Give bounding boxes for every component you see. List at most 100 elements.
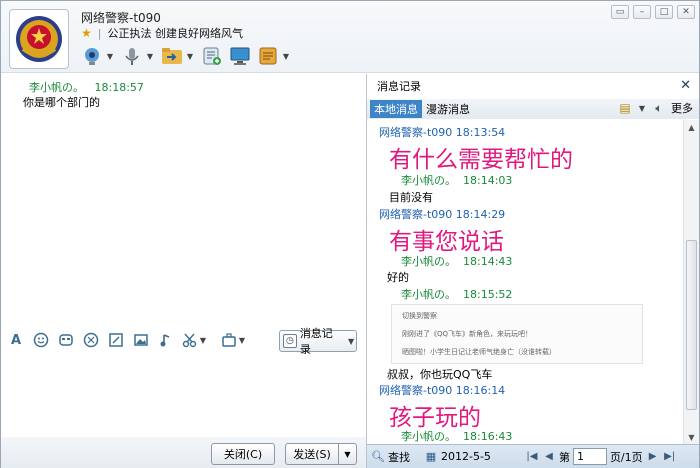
next-page-icon[interactable]: ▶ <box>646 451 660 462</box>
close-icon[interactable]: ✕ <box>680 78 691 93</box>
history-more-group: ▤ ▼ 🔈︎ 更多 <box>617 100 693 116</box>
maximize-icon[interactable]: □ <box>655 5 673 19</box>
history-entry-text: 孩子玩的 <box>389 405 481 431</box>
embedded-line: 刚刚进了《QQ飞车》新角色，来玩玩吧！ <box>402 330 533 338</box>
embedded-screenshot[interactable]: 切换到警察 刚刚进了《QQ飞车》新角色，来玩玩吧！ 晒图啦！小学生日记让老师气绝… <box>391 304 643 364</box>
more-link[interactable]: 更多 <box>671 100 693 116</box>
edit-icon[interactable] <box>107 331 125 349</box>
app-button[interactable]: ▼ <box>257 43 291 69</box>
first-page-icon[interactable]: |◀ <box>525 451 539 462</box>
message-time: 18:18:57 <box>94 81 144 94</box>
entry-sender: 李小帆の。 <box>401 255 456 268</box>
history-entry-header: 李小帆の。 18:15:52 <box>401 286 512 302</box>
send-file-button[interactable]: ▼ <box>161 43 195 69</box>
send-button[interactable]: 发送(S) <box>285 443 339 465</box>
font-icon[interactable]: A <box>7 331 25 349</box>
speaker-icon[interactable]: 🔈︎ <box>651 100 667 116</box>
entry-time: 18:16:14 <box>455 384 506 397</box>
last-page-icon[interactable]: ▶| <box>663 451 677 462</box>
window-header: 网络警察-t090 ★ | 公正执法 创建良好网络风气 ▼ ▼ ▼ ▼ ▭ – … <box>1 1 699 73</box>
chat-message-area[interactable]: 李小帆の。 18:18:57 你是哪个部门的 <box>1 74 366 324</box>
message-text: 你是哪个部门的 <box>23 96 100 109</box>
message-history-button[interactable]: ◷ 消息记录 ▼ <box>279 327 357 356</box>
emoji-icon[interactable] <box>32 331 50 349</box>
calendar-icon: ▦ <box>425 450 437 463</box>
entry-time: 18:13:54 <box>455 126 506 139</box>
send-bar: 关闭(C) 发送(S) ▼ <box>1 437 366 468</box>
magic-emoticon-icon[interactable] <box>57 331 75 349</box>
minimize-icon[interactable]: – <box>633 5 651 19</box>
signature-row: ★ | 公正执法 创建良好网络风气 <box>81 25 243 41</box>
entry-sender: 网络警察-t090 <box>379 384 453 397</box>
search-button[interactable]: 🔍︎ 查找 <box>371 449 410 465</box>
page-suffix: 页/1页 <box>609 450 643 464</box>
scroll-up-icon[interactable]: ▲ <box>684 120 699 134</box>
chevron-down-icon[interactable]: ▼ <box>637 104 647 113</box>
create-group-button[interactable] <box>201 43 223 69</box>
screenshot-scissors-icon[interactable]: ▼ <box>182 331 208 349</box>
briefcase-icon[interactable]: ▼ <box>221 331 247 349</box>
voice-call-button[interactable]: ▼ <box>121 43 155 69</box>
date-value: 2012-5-5 <box>441 450 491 463</box>
close-button[interactable]: 关闭(C) <box>211 443 275 465</box>
history-entry-header: 李小帆の。 18:14:03 <box>401 172 512 188</box>
export-icon[interactable]: ▤ <box>617 100 633 116</box>
message-header: 李小帆の。 18:18:57 <box>29 79 144 95</box>
history-panel: 消息记录 ✕ 本地消息 漫游消息 ▤ ▼ 🔈︎ 更多 网络警察-t090 18:… <box>367 74 699 468</box>
action-toolbar: ▼ ▼ ▼ ▼ <box>81 43 291 69</box>
history-button-label: 消息记录 <box>299 327 333 356</box>
tab-roaming-messages[interactable]: 漫游消息 <box>422 100 474 118</box>
entry-sender: 网络警察-t090 <box>379 126 453 139</box>
chevron-down-icon[interactable]: ▼ <box>198 336 208 345</box>
chevron-down-icon[interactable]: ▼ <box>237 336 247 345</box>
music-icon[interactable] <box>157 331 175 349</box>
chevron-down-icon[interactable]: ▼ <box>105 52 115 61</box>
send-options-chevron-icon[interactable]: ▼ <box>338 443 357 465</box>
folder-arrow-icon <box>161 45 183 67</box>
page-number-input[interactable] <box>572 448 607 465</box>
date-picker[interactable]: ▦ 2012-5-5 <box>424 450 491 464</box>
video-call-button[interactable]: ▼ <box>81 43 115 69</box>
search-icon: 🔍︎ <box>371 450 385 463</box>
remote-assist-button[interactable] <box>229 43 251 69</box>
tab-local-messages[interactable]: 本地消息 <box>370 100 422 118</box>
app-box-icon <box>257 45 279 67</box>
image-icon[interactable] <box>132 331 150 349</box>
prev-page-icon[interactable]: ◀ <box>542 451 556 462</box>
scroll-down-icon[interactable]: ▼ <box>684 430 699 444</box>
entry-time: 18:14:03 <box>463 174 513 187</box>
contact-name: 网络警察-t090 <box>81 11 161 25</box>
avatar[interactable] <box>9 9 69 69</box>
scrollbar-thumb[interactable] <box>686 240 697 410</box>
entry-time: 18:15:52 <box>463 288 513 301</box>
chevron-down-icon[interactable]: ▼ <box>281 52 291 61</box>
message-input[interactable] <box>1 354 366 436</box>
entry-time: 18:16:43 <box>463 430 513 443</box>
history-message-list[interactable]: 网络警察-t090 18:13:54 有什么需要帮忙的 李小帆の。 18:14:… <box>367 120 683 444</box>
history-scrollbar[interactable]: ▲ ▼ <box>683 120 699 444</box>
entry-sender: 网络警察-t090 <box>379 208 453 221</box>
search-label: 查找 <box>388 450 410 464</box>
shake-icon[interactable] <box>82 331 100 349</box>
history-clock-icon: ◷ <box>283 334 297 348</box>
skin-icon[interactable]: ▭ <box>611 5 629 19</box>
star-icon: ★ <box>81 26 92 40</box>
entry-sender: 李小帆の。 <box>401 430 456 443</box>
history-panel-title: 消息记录 <box>377 80 421 93</box>
signature-text: 公正执法 创建良好网络风气 <box>107 27 243 40</box>
history-entry-text: 目前没有 <box>389 191 433 204</box>
history-entry-text: 叔叔，你也玩QQ飞车 <box>387 368 493 381</box>
entry-sender: 李小帆の。 <box>401 288 456 301</box>
chevron-down-icon[interactable]: ▼ <box>185 52 195 61</box>
list-add-icon <box>201 45 223 67</box>
page-navigation: |◀ ◀ 第 页/1页 ▶ ▶| <box>525 448 677 465</box>
close-icon[interactable]: ✕ <box>677 5 695 19</box>
history-entry-header: 网络警察-t090 18:13:54 <box>379 124 505 140</box>
history-entry-header: 网络警察-t090 18:14:29 <box>379 206 505 222</box>
history-entry-header: 李小帆の。 18:14:43 <box>401 253 512 269</box>
history-entry-text: 有什么需要帮忙的 <box>389 147 573 173</box>
chevron-down-icon[interactable]: ▼ <box>346 337 356 346</box>
microphone-icon <box>121 45 143 67</box>
separator: | <box>97 26 102 40</box>
chevron-down-icon[interactable]: ▼ <box>145 52 155 61</box>
